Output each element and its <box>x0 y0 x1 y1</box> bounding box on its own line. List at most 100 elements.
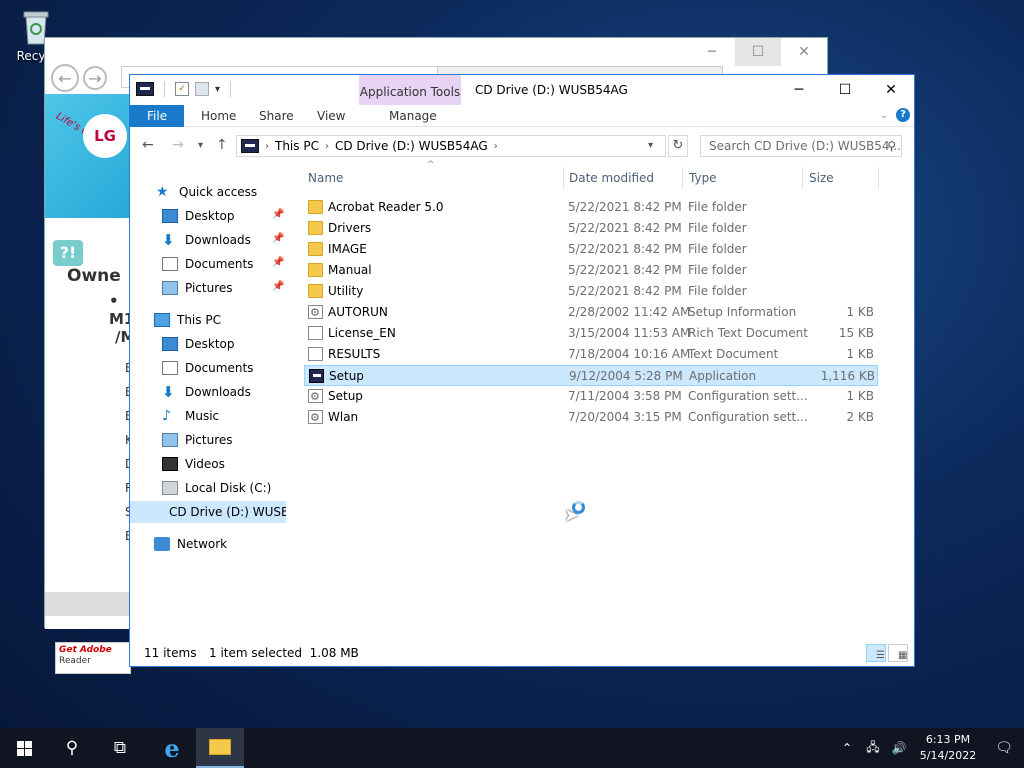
file-name: Drivers <box>328 221 372 235</box>
file-explorer-window[interactable]: ✓ ▾ Application Tools CD Drive (D:) WUSB… <box>129 74 915 667</box>
nav-qa-downloads[interactable]: ⬇ Downloads <box>162 229 251 251</box>
nav-qa-documents[interactable]: Documents <box>162 253 253 275</box>
properties-icon[interactable]: ✓ <box>175 82 189 96</box>
file-row[interactable]: RESULTS 7/18/2004 10:16 AM Text Document 1 … <box>304 344 878 365</box>
task-view-button[interactable]: ⧉ <box>96 728 144 768</box>
file-type: Configuration sett... <box>688 389 808 403</box>
ie-close-button[interactable]: ✕ <box>781 38 827 66</box>
breadcrumb-separator-icon[interactable]: › <box>265 141 269 152</box>
file-row[interactable]: Setup 9/12/2004 5:28 PM Application 1,116 K… <box>304 365 878 386</box>
pin-icon[interactable]: 📌 <box>272 257 284 268</box>
file-row[interactable]: Wlan 7/20/2004 3:15 PM Configuration sett.… <box>304 407 878 428</box>
breadcrumb-separator-icon[interactable]: › <box>325 141 329 152</box>
tab-home[interactable]: Home <box>188 105 249 127</box>
nav-network[interactable]: Network <box>154 533 227 555</box>
star-icon: ★ <box>156 184 169 200</box>
file-name: Manual <box>328 263 372 277</box>
pin-icon[interactable]: 📌 <box>272 209 284 220</box>
column-name[interactable]: Name <box>302 167 564 189</box>
pin-icon[interactable]: 📌 <box>272 281 284 292</box>
ie-page-bar <box>45 592 131 616</box>
nav-qa-pictures[interactable]: Pictures <box>162 277 233 299</box>
disk-icon <box>162 481 178 495</box>
file-row[interactable]: Manual 5/22/2021 8:42 PM File folder <box>304 260 878 281</box>
search-button[interactable]: ⚲ <box>48 728 96 768</box>
nav-qa-desktop[interactable]: Desktop <box>162 205 235 227</box>
file-name: Utility <box>328 284 364 298</box>
minimize-button[interactable]: ─ <box>776 75 822 105</box>
search-icon: ⚲ <box>65 738 79 758</box>
details-view-button[interactable]: ☰ <box>866 644 886 662</box>
adobe-get-text: Get Adobe <box>59 645 112 655</box>
large-icons-view-button[interactable]: ▦ <box>888 644 908 662</box>
volume-icon[interactable]: 🔊 <box>886 741 912 755</box>
column-date-modified[interactable]: Date modified <box>563 167 683 189</box>
expand-ribbon-icon[interactable]: ⌄ <box>880 110 888 121</box>
file-row[interactable]: License_EN 3/15/2004 11:53 AM Rich Text Do… <box>304 323 878 344</box>
application-tools-tab[interactable]: Application Tools <box>359 75 461 105</box>
network-status-icon[interactable]: 🖧 <box>860 738 886 759</box>
breadcrumb-separator-icon[interactable]: › <box>494 141 498 152</box>
file-row[interactable]: Setup 7/11/2004 3:58 PM Configuration sett… <box>304 386 878 407</box>
documents-icon <box>162 361 178 375</box>
nav-pc-desktop[interactable]: Desktop <box>162 333 235 355</box>
music-icon: ♪ <box>162 408 171 424</box>
forward-button[interactable]: → <box>172 137 184 153</box>
file-row[interactable]: Drivers 5/22/2021 8:42 PM File folder <box>304 218 878 239</box>
forward-arrow-icon: → <box>88 68 102 88</box>
folder-icon <box>308 242 323 256</box>
column-size[interactable]: Size <box>803 167 879 189</box>
ie-minimize-button[interactable]: ─ <box>689 38 735 66</box>
ie-maximize-button[interactable]: ☐ <box>735 38 781 66</box>
pin-icon[interactable]: 📌 <box>272 233 284 244</box>
address-box[interactable]: › This PC › CD Drive (D:) WUSB54AG › <box>236 135 666 157</box>
nav-quick-access[interactable]: ★ Quick access <box>156 181 257 203</box>
drive-icon <box>241 139 259 153</box>
file-row[interactable]: Acrobat Reader 5.0 5/22/2021 8:42 PM File … <box>304 197 878 218</box>
nav-pc-pictures[interactable]: Pictures <box>162 429 233 451</box>
nav-pc-documents[interactable]: Documents <box>162 357 253 379</box>
refresh-button[interactable]: ↻ <box>668 135 688 157</box>
close-button[interactable]: ✕ <box>868 75 914 105</box>
file-size: 1 KB <box>846 347 874 361</box>
ie-forward-button[interactable]: → <box>83 66 107 90</box>
search-input[interactable]: Search CD Drive (D:) WUSB54... ⚲ <box>700 135 902 157</box>
details-view-icon: ☰ <box>876 650 885 661</box>
tab-share[interactable]: Share <box>246 105 307 127</box>
up-button[interactable]: ↑ <box>216 137 228 153</box>
column-type[interactable]: Type <box>683 167 803 189</box>
recent-locations-button[interactable]: ▾ <box>198 140 203 151</box>
tab-file[interactable]: File <box>130 105 185 127</box>
address-dropdown-icon[interactable]: ▾ <box>648 140 653 151</box>
new-folder-icon[interactable] <box>195 82 209 96</box>
ie-back-button[interactable]: ← <box>51 64 79 92</box>
file-row[interactable]: AUTORUN 2/28/2002 11:42 AMSetup Informati… <box>304 302 878 323</box>
start-button[interactable] <box>0 728 48 768</box>
file-row[interactable]: IMAGE 5/22/2021 8:42 PM File folder <box>304 239 878 260</box>
tab-manage[interactable]: Manage <box>376 105 450 127</box>
breadcrumb-cd-drive[interactable]: CD Drive (D:) WUSB54AG <box>335 139 488 153</box>
taskbar-internet-explorer[interactable]: e <box>148 728 196 768</box>
nav-pc-videos[interactable]: Videos <box>162 453 225 475</box>
tab-view[interactable]: View <box>304 105 358 127</box>
nav-local-disk[interactable]: Local Disk (C:) <box>162 477 271 499</box>
show-hidden-icons-icon[interactable]: ⌃ <box>834 741 860 755</box>
folder-icon <box>308 263 323 277</box>
maximize-button[interactable]: ☐ <box>822 75 868 105</box>
file-row[interactable]: Utility 5/22/2021 8:42 PM File folder <box>304 281 878 302</box>
item-count: 11 items <box>144 646 197 660</box>
back-button[interactable]: ← <box>142 137 154 153</box>
folder-icon <box>209 739 231 755</box>
qat-dropdown-icon[interactable]: ▾ <box>215 84 220 95</box>
nav-pc-downloads[interactable]: ⬇ Downloads <box>162 381 251 403</box>
breadcrumb-this-pc[interactable]: This PC <box>275 139 319 153</box>
nav-this-pc[interactable]: This PC <box>154 309 221 331</box>
adobe-reader-badge[interactable]: Get Adobe Reader <box>55 642 131 674</box>
taskbar-file-explorer[interactable] <box>196 728 244 768</box>
clock[interactable]: 6:13 PM 5/14/2022 <box>912 732 984 764</box>
nav-cd-drive[interactable]: CD Drive (D:) WUSB <box>130 501 286 523</box>
help-icon[interactable]: ? <box>896 108 910 122</box>
action-center-icon[interactable]: 🗨 <box>984 740 1024 756</box>
file-size: 1 KB <box>846 305 874 319</box>
nav-pc-music[interactable]: ♪ Music <box>162 405 219 427</box>
